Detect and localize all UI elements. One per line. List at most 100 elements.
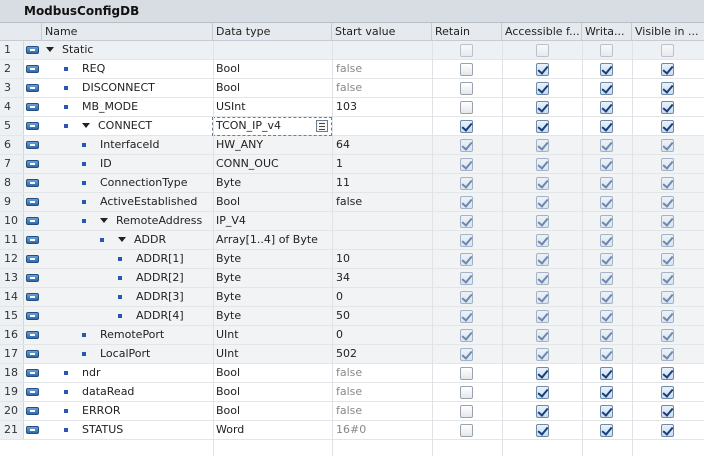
data-type-edit-box[interactable] (212, 117, 332, 136)
name-cell[interactable]: MB_MODE (42, 98, 212, 116)
visible-checkbox[interactable] (661, 82, 674, 95)
name-cell[interactable]: ADDR[4] (42, 307, 212, 325)
start-value-cell[interactable]: 502 (332, 345, 432, 363)
name-cell[interactable]: ADDR[2] (42, 269, 212, 287)
table-row[interactable]: 16 RemotePort UInt 0 (0, 326, 704, 345)
header-accessible[interactable]: Accessible f... (502, 23, 582, 40)
table-row[interactable]: 9 ActiveEstablished Bool false (0, 193, 704, 212)
row-number[interactable]: 3 (0, 79, 24, 97)
writable-checkbox[interactable] (600, 158, 613, 171)
table-row[interactable]: 1 Static (0, 41, 704, 60)
retain-checkbox[interactable] (460, 63, 473, 76)
retain-checkbox[interactable] (460, 101, 473, 114)
table-row[interactable]: 20 ERROR Bool false (0, 402, 704, 421)
accessible-checkbox[interactable] (536, 367, 549, 380)
writable-checkbox[interactable] (600, 120, 613, 133)
name-cell[interactable]: dataRead (42, 383, 212, 401)
table-row[interactable]: 7 ID CONN_OUC 1 (0, 155, 704, 174)
row-number[interactable]: 17 (0, 345, 24, 363)
row-number[interactable]: 12 (0, 250, 24, 268)
start-value-cell[interactable]: false (332, 402, 432, 420)
writable-checkbox[interactable] (600, 196, 613, 209)
writable-checkbox[interactable] (600, 405, 613, 418)
visible-checkbox[interactable] (661, 120, 674, 133)
retain-checkbox[interactable] (460, 310, 473, 323)
name-cell[interactable]: REQ (42, 60, 212, 78)
data-type-browse-icon[interactable] (316, 120, 328, 132)
retain-checkbox[interactable] (460, 215, 473, 228)
retain-checkbox[interactable] (460, 405, 473, 418)
start-value-cell[interactable]: 50 (332, 307, 432, 325)
retain-checkbox[interactable] (460, 272, 473, 285)
writable-checkbox[interactable] (600, 348, 613, 361)
header-writable[interactable]: Writa... (582, 23, 632, 40)
writable-checkbox[interactable] (600, 177, 613, 190)
data-type-cell[interactable]: Bool (213, 402, 331, 420)
table-row[interactable]: 14 ADDR[3] Byte 0 (0, 288, 704, 307)
row-number[interactable]: 6 (0, 136, 24, 154)
writable-checkbox[interactable] (600, 139, 613, 152)
header-start-value[interactable]: Start value (332, 23, 432, 40)
start-value-cell[interactable]: 64 (332, 136, 432, 154)
visible-checkbox[interactable] (661, 177, 674, 190)
name-cell[interactable]: ADDR[1] (42, 250, 212, 268)
data-type-cell[interactable]: Byte (213, 307, 331, 325)
row-number[interactable]: 9 (0, 193, 24, 211)
data-type-cell[interactable]: Bool (213, 193, 331, 211)
name-cell[interactable]: LocalPort (42, 345, 212, 363)
name-cell[interactable]: DISCONNECT (42, 79, 212, 97)
start-value-cell[interactable]: 103 (332, 98, 432, 116)
visible-checkbox[interactable] (661, 405, 674, 418)
table-row[interactable]: 8 ConnectionType Byte 11 (0, 174, 704, 193)
row-number[interactable]: 10 (0, 212, 24, 230)
table-row[interactable]: 6 InterfaceId HW_ANY 64 (0, 136, 704, 155)
retain-checkbox[interactable] (460, 367, 473, 380)
visible-checkbox[interactable] (661, 348, 674, 361)
table-row[interactable]: 21 STATUS Word 16#0 (0, 421, 704, 440)
start-value-cell[interactable]: 10 (332, 250, 432, 268)
row-number[interactable]: 2 (0, 60, 24, 78)
start-value-cell[interactable]: false (332, 364, 432, 382)
accessible-checkbox[interactable] (536, 405, 549, 418)
visible-checkbox[interactable] (661, 234, 674, 247)
writable-checkbox[interactable] (600, 310, 613, 323)
row-number[interactable]: 19 (0, 383, 24, 401)
start-value-cell[interactable]: false (332, 193, 432, 211)
accessible-checkbox[interactable] (536, 291, 549, 304)
visible-checkbox[interactable] (661, 310, 674, 323)
accessible-checkbox[interactable] (536, 120, 549, 133)
start-value-cell[interactable]: 11 (332, 174, 432, 192)
retain-checkbox[interactable] (460, 329, 473, 342)
header-name[interactable]: Name (42, 23, 213, 40)
name-cell[interactable]: ndr (42, 364, 212, 382)
table-row[interactable]: 19 dataRead Bool false (0, 383, 704, 402)
name-cell[interactable]: ConnectionType (42, 174, 212, 192)
accessible-checkbox[interactable] (536, 348, 549, 361)
row-number[interactable]: 20 (0, 402, 24, 420)
writable-checkbox[interactable] (600, 329, 613, 342)
start-value-cell[interactable] (332, 231, 432, 249)
writable-checkbox[interactable] (600, 367, 613, 380)
visible-checkbox[interactable] (661, 215, 674, 228)
name-cell[interactable]: RemotePort (42, 326, 212, 344)
start-value-cell[interactable]: 34 (332, 269, 432, 287)
accessible-checkbox[interactable] (536, 139, 549, 152)
row-number[interactable]: 5 (0, 117, 24, 135)
header-retain[interactable]: Retain (432, 23, 502, 40)
visible-checkbox[interactable] (661, 44, 674, 57)
writable-checkbox[interactable] (600, 101, 613, 114)
header-data-type[interactable]: Data type (213, 23, 332, 40)
retain-checkbox[interactable] (460, 253, 473, 266)
name-cell[interactable]: ActiveEstablished (42, 193, 212, 211)
writable-checkbox[interactable] (600, 272, 613, 285)
visible-checkbox[interactable] (661, 63, 674, 76)
retain-checkbox[interactable] (460, 44, 473, 57)
table-row[interactable]: 18 ndr Bool false (0, 364, 704, 383)
expand-triangle-icon[interactable] (118, 237, 126, 242)
retain-checkbox[interactable] (460, 139, 473, 152)
data-type-cell[interactable]: HW_ANY (213, 136, 331, 154)
visible-checkbox[interactable] (661, 253, 674, 266)
data-type-cell[interactable]: Byte (213, 288, 331, 306)
retain-checkbox[interactable] (460, 196, 473, 209)
data-type-cell[interactable]: Byte (213, 174, 331, 192)
